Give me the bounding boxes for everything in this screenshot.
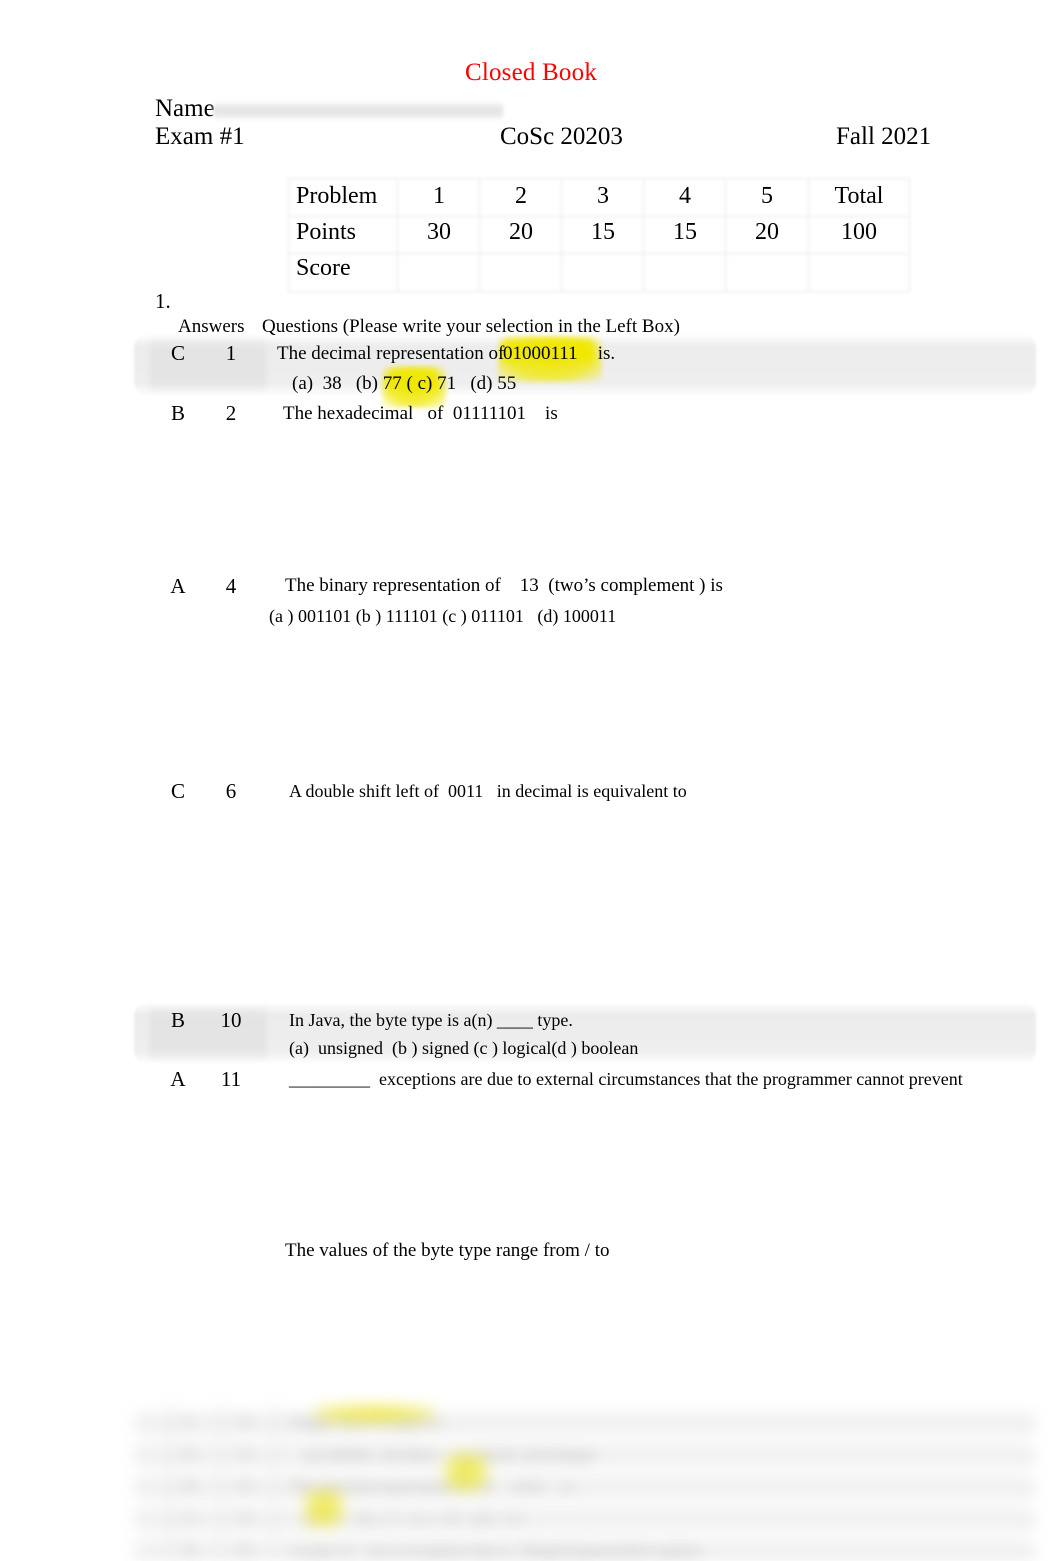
score-cell: Total bbox=[834, 183, 884, 209]
trailing-question-text: The values of the byte type range from /… bbox=[285, 1240, 610, 1261]
question-text-1-post: is. bbox=[593, 343, 616, 364]
score-cell: 1 bbox=[433, 183, 445, 209]
question-choices-4: (a ) 001101 (b ) 111101 (c ) 011101 (d) … bbox=[269, 606, 617, 626]
score-cell: 4 bbox=[679, 183, 691, 209]
answer-letter-6[interactable]: C bbox=[155, 778, 201, 804]
question-text-2: The hexadecimal of 01111101 is bbox=[283, 403, 558, 424]
score-table-text: Problem 1 2 3 4 5 Total Points 30 20 15 … bbox=[288, 178, 910, 292]
question-number-6: 6 bbox=[225, 779, 237, 803]
exam-page: Closed Book Name Exam #1 CoSc 20203 Fall… bbox=[0, 0, 1062, 1561]
question-number-1: 1 bbox=[225, 341, 237, 365]
question-text-1-highlighted: 01000111 bbox=[503, 343, 578, 364]
closed-book-notice: Closed Book bbox=[464, 59, 598, 86]
score-cell: 20 bbox=[509, 219, 533, 245]
name-blank-field[interactable] bbox=[213, 101, 503, 120]
answer-letter-1[interactable]: C bbox=[155, 340, 201, 366]
score-cell: 15 bbox=[673, 219, 697, 245]
score-row-label: Points bbox=[296, 219, 357, 245]
course-code: CoSc 20203 bbox=[500, 123, 623, 150]
question-number-10: 10 bbox=[220, 1008, 242, 1032]
score-cell: 3 bbox=[597, 183, 609, 209]
term-label: Fall 2021 bbox=[836, 123, 932, 150]
question-choices-1: (a) 38 (b) 77 ( c) 71 (d) 55 bbox=[292, 373, 517, 394]
score-cell: 100 bbox=[841, 219, 877, 245]
name-label: Name bbox=[155, 95, 215, 122]
question-text-1-pre: The decimal representation of bbox=[277, 343, 514, 364]
answer-letter-4[interactable]: A bbox=[155, 573, 201, 599]
page-bottom-bleed: C D B A B 12 13 14 15 16 Single byte is … bbox=[134, 1404, 1036, 1561]
score-cell: 5 bbox=[761, 183, 773, 209]
answer-letter-2[interactable]: B bbox=[155, 400, 201, 426]
exam-title: Exam #1 bbox=[155, 123, 245, 150]
question-text-6: A double shift left of 0011 in decimal i… bbox=[289, 781, 687, 801]
question-number-11: 11 bbox=[220, 1067, 242, 1091]
score-row-label: Score bbox=[296, 255, 351, 281]
question-text-4: The binary representation of 13 (two’s c… bbox=[285, 575, 723, 596]
question-choices-10: (a) unsigned (b ) signed (c ) logical(d … bbox=[289, 1038, 639, 1058]
score-cell: 15 bbox=[591, 219, 615, 245]
score-cell: 30 bbox=[427, 219, 451, 245]
question-number-4: 4 bbox=[225, 574, 237, 598]
answer-letter-11[interactable]: A bbox=[155, 1066, 201, 1092]
score-cell: 2 bbox=[515, 183, 527, 209]
question-text-10: In Java, the byte type is a(n) ____ type… bbox=[289, 1010, 573, 1030]
score-cell: 20 bbox=[755, 219, 779, 245]
score-row-label: Problem bbox=[296, 183, 378, 209]
section-number: 1. bbox=[155, 289, 171, 313]
question-text-11: _________ exceptions are due to external… bbox=[289, 1069, 963, 1089]
score-table: Problem 1 2 3 4 5 Total Points 30 20 15 … bbox=[287, 178, 911, 292]
question-number-2: 2 bbox=[225, 401, 237, 425]
answer-letter-10[interactable]: B bbox=[155, 1007, 201, 1033]
